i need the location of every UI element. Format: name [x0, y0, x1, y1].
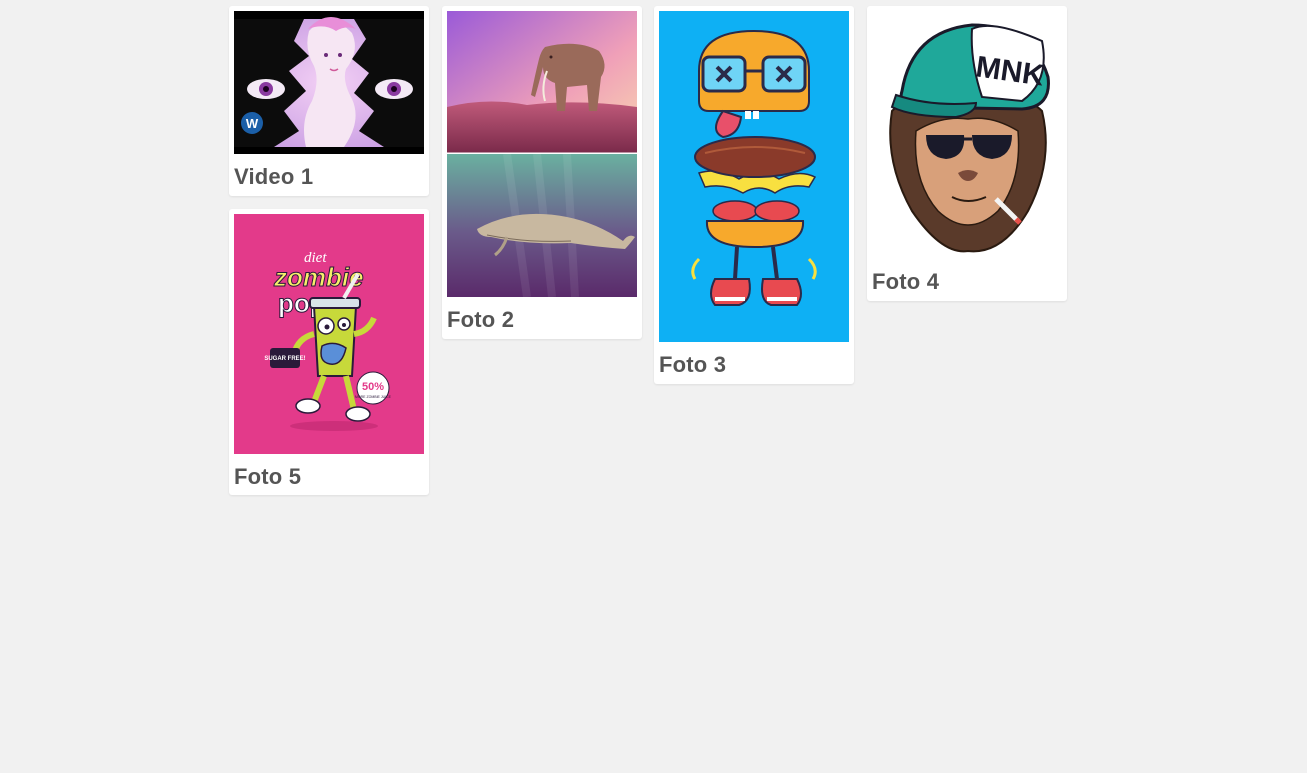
label-badge-icon: W [246, 116, 259, 131]
foto-5-artwork: diet zombie pop SUGAR FREE! 50% MORE ZOM… [234, 214, 424, 454]
video-1-artwork: W [234, 11, 424, 154]
video-thumbnail[interactable]: W [234, 11, 424, 154]
gallery-card-foto-2[interactable]: Foto 2 [442, 6, 642, 339]
gallery-card-video-1[interactable]: W Video 1 [229, 6, 429, 196]
foto-2-artwork [447, 11, 637, 297]
gallery-card-foto-4[interactable]: MNK Foto 4 [867, 6, 1067, 301]
card-title: Foto 4 [872, 269, 940, 294]
sticker-percent: 50% [362, 381, 384, 393]
card-title: Foto 2 [447, 307, 515, 332]
gallery-grid: W Video 1 diet zombie pop SUGAR FREE! 50… [0, 0, 1307, 773]
photo-thumbnail[interactable] [447, 11, 637, 297]
foto-3-artwork [659, 11, 849, 342]
photo-thumbnail[interactable]: diet zombie pop SUGAR FREE! 50% MORE ZOM… [234, 214, 424, 454]
card-title: Video 1 [234, 164, 314, 189]
sticker-subtext: MORE ZOMBIE JUICE [355, 395, 392, 399]
card-title: Foto 5 [234, 464, 302, 489]
gallery-card-foto-3[interactable]: Foto 3 [654, 6, 854, 384]
card-title: Foto 3 [659, 352, 727, 377]
photo-thumbnail[interactable]: MNK [872, 11, 1062, 259]
photo-thumbnail[interactable] [659, 11, 849, 342]
sugar-free-tag: SUGAR FREE! [264, 356, 305, 362]
foto-4-artwork: MNK [872, 11, 1062, 259]
gallery-card-foto-5[interactable]: diet zombie pop SUGAR FREE! 50% MORE ZOM… [229, 209, 429, 495]
